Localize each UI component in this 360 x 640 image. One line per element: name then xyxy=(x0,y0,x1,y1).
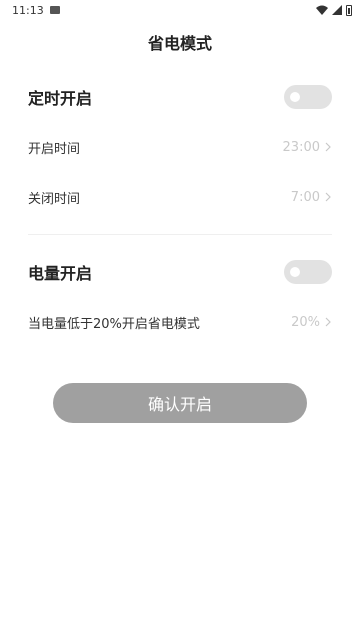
start-time-row[interactable]: 开启时间 23:00 xyxy=(28,132,332,162)
battery-toggle[interactable] xyxy=(284,260,332,284)
end-time-value: 7:00 xyxy=(290,189,320,205)
battery-icon xyxy=(346,4,352,16)
timed-toggle[interactable] xyxy=(284,85,332,109)
start-time-value: 23:00 xyxy=(282,139,320,155)
status-left: 11:13 xyxy=(12,4,60,17)
start-time-label: 开启时间 xyxy=(28,141,81,157)
status-time: 11:13 xyxy=(12,3,44,17)
section-divider xyxy=(28,234,332,235)
power-saving-screen: 11:13 省电模式 定时开启 开启时间 23:00 关闭时间 7:00 电量开… xyxy=(0,0,360,640)
start-time-value-wrap: 23:00 xyxy=(283,140,332,155)
gallery-icon xyxy=(49,6,60,14)
timed-section-header: 定时开启 xyxy=(28,82,332,112)
chevron-right-icon xyxy=(325,142,331,152)
battery-threshold-value-wrap: 20% xyxy=(291,315,332,330)
battery-toggle-knob xyxy=(290,267,300,277)
chevron-right-icon xyxy=(325,317,331,327)
battery-threshold-row[interactable]: 当电量低于20%开启省电模式 20% xyxy=(28,307,332,337)
signal-icon xyxy=(332,5,342,15)
battery-section-header: 电量开启 xyxy=(28,257,332,287)
end-time-value-wrap: 7:00 xyxy=(291,190,332,205)
confirm-button[interactable]: 确认开启 xyxy=(53,383,307,423)
status-right xyxy=(316,4,352,16)
end-time-label: 关闭时间 xyxy=(28,191,81,207)
timed-toggle-knob xyxy=(290,92,300,102)
end-time-row[interactable]: 关闭时间 7:00 xyxy=(28,182,332,212)
chevron-right-icon xyxy=(325,192,331,202)
battery-threshold-label: 当电量低于20%开启省电模式 xyxy=(28,316,200,332)
page-title: 省电模式 xyxy=(147,34,212,53)
timed-section-title: 定时开启 xyxy=(28,89,93,108)
battery-section-title: 电量开启 xyxy=(28,264,93,283)
battery-threshold-value: 20% xyxy=(291,314,320,330)
wifi-icon xyxy=(316,5,328,15)
status-bar: 11:13 xyxy=(0,0,360,20)
